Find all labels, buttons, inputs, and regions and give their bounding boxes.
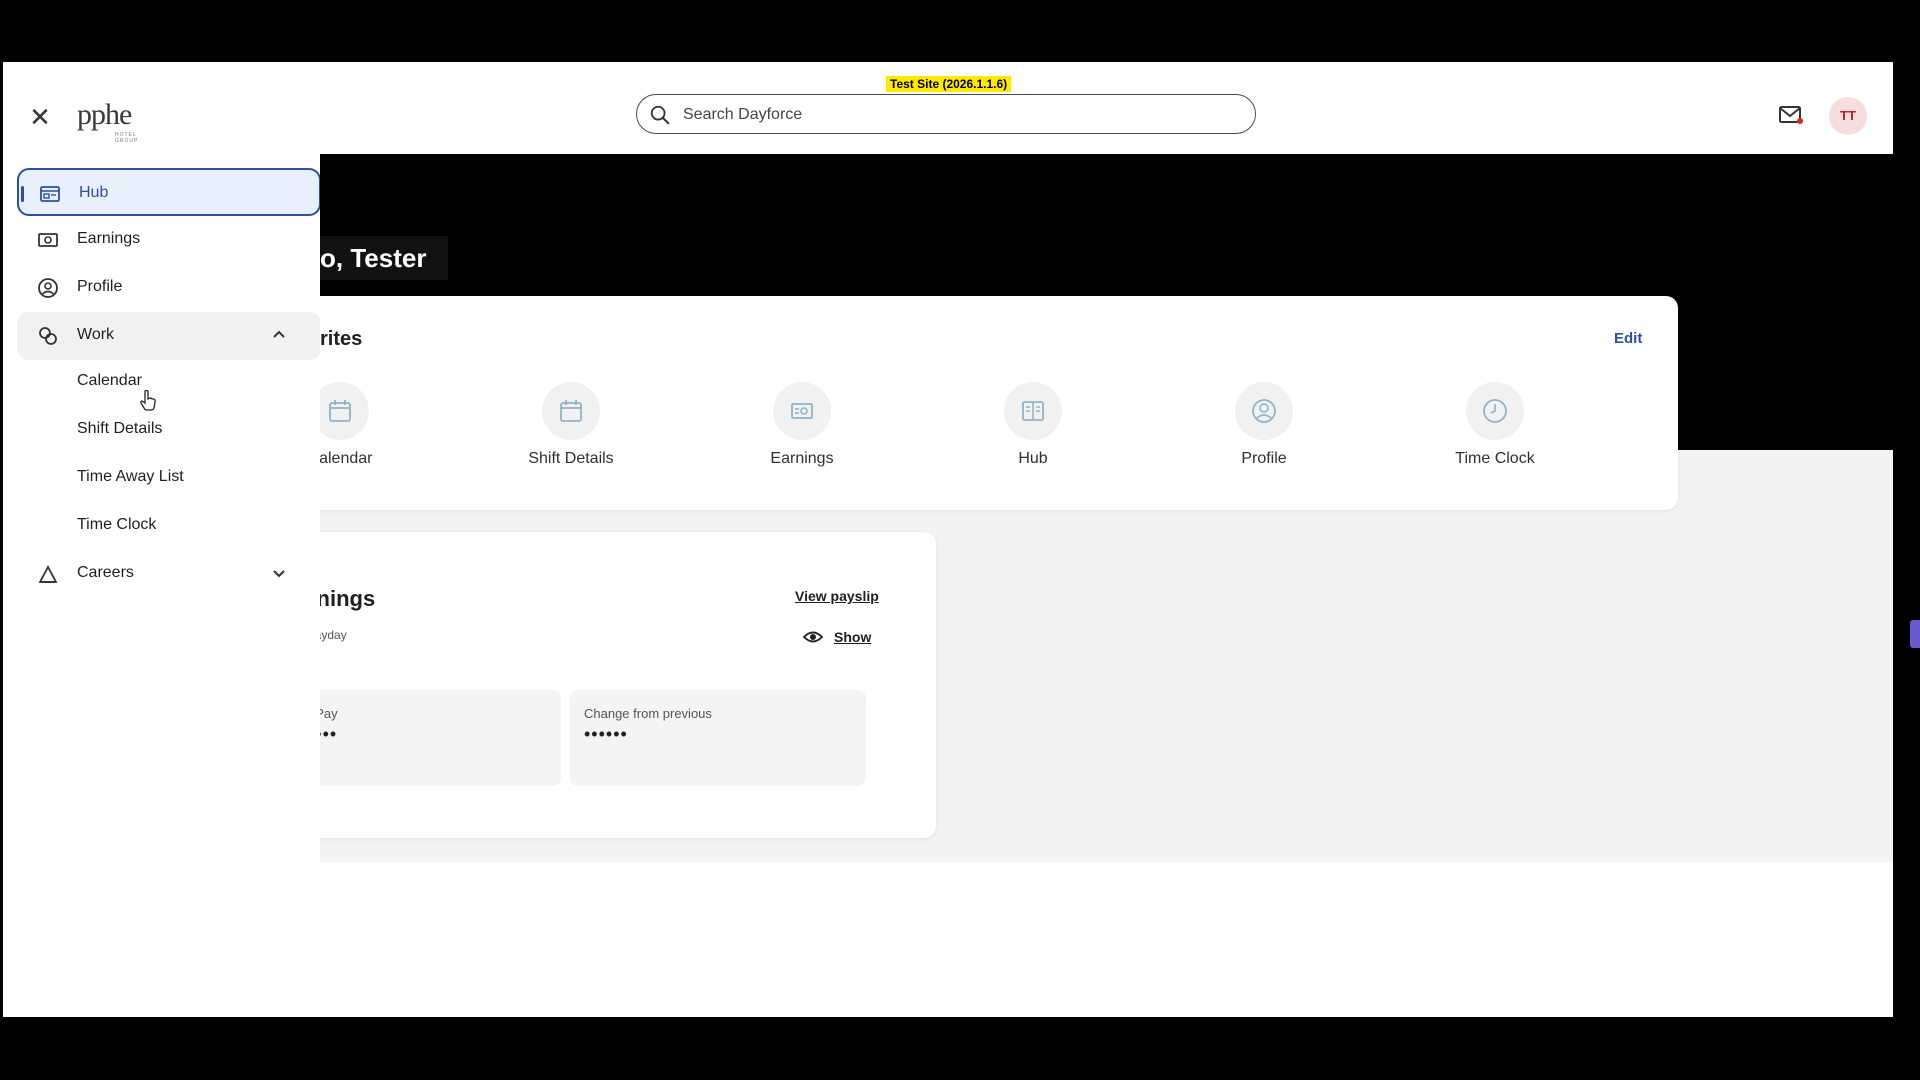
chevron-down-icon[interactable] bbox=[270, 564, 288, 582]
favorite-label: Calendar bbox=[320, 450, 373, 467]
side-panel-tab[interactable] bbox=[1910, 620, 1920, 648]
work-icon bbox=[39, 327, 57, 345]
mail-icon[interactable] bbox=[1778, 104, 1804, 126]
chevron-up-icon[interactable] bbox=[270, 326, 288, 344]
app-header: ✕ pphe HOTEL GROUP Test Site (2026.1.1.6… bbox=[3, 62, 1893, 154]
sidebar-subitem-shift-details[interactable]: Shift Details bbox=[77, 420, 162, 438]
sidebar-item-hub[interactable]: Hub bbox=[17, 168, 321, 216]
favorite-label: Profile bbox=[1241, 450, 1287, 467]
earnings-card: rnings View payslip payday - Show t Pay … bbox=[320, 532, 936, 838]
tile-value: •••• bbox=[320, 724, 338, 744]
careers-icon bbox=[38, 565, 58, 583]
logo-subtext: HOTEL GROUP bbox=[115, 132, 139, 144]
favorite-calendar[interactable]: Calendar bbox=[320, 382, 415, 468]
favorite-shift-details[interactable]: Shift Details bbox=[496, 382, 646, 468]
payday-label: payday bbox=[320, 628, 347, 642]
earnings-icon bbox=[791, 403, 813, 419]
footer-area bbox=[320, 862, 1893, 1017]
sidebar-item-careers[interactable]: Careers bbox=[17, 550, 321, 598]
calendar-icon bbox=[329, 400, 351, 422]
profile-icon bbox=[1252, 399, 1276, 423]
sidebar-subitem-calendar[interactable]: Calendar bbox=[77, 372, 142, 390]
close-menu-button[interactable]: ✕ bbox=[25, 102, 55, 132]
profile-icon bbox=[38, 278, 58, 298]
edit-favorites-link[interactable]: Edit bbox=[1614, 330, 1642, 347]
favorites-title: rites bbox=[320, 328, 363, 350]
earnings-icon bbox=[38, 233, 58, 247]
sidebar: Hub Earnings Profile Work Calendar Shift… bbox=[3, 154, 321, 1017]
sidebar-item-label: Hub bbox=[79, 184, 109, 201]
app-window: ✕ pphe HOTEL GROUP Test Site (2026.1.1.6… bbox=[3, 62, 1893, 1017]
avatar[interactable]: TT bbox=[1829, 97, 1867, 135]
favorite-label: Shift Details bbox=[528, 450, 614, 467]
view-payslip-link[interactable]: View payslip bbox=[795, 588, 879, 604]
tile-value: •••••• bbox=[584, 724, 628, 744]
company-logo: pphe HOTEL GROUP bbox=[77, 98, 137, 144]
hand-cursor-icon bbox=[140, 389, 156, 411]
show-label: Show bbox=[834, 629, 872, 645]
clock-icon bbox=[1483, 399, 1507, 423]
sidebar-item-work[interactable]: Work bbox=[17, 312, 321, 360]
main-content: o, Tester rites Edit Calendar Shift Deta… bbox=[320, 154, 1893, 1017]
eye-icon bbox=[802, 631, 824, 643]
favorite-profile[interactable]: Profile bbox=[1189, 382, 1339, 468]
net-pay-tile: t Pay •••• bbox=[320, 690, 561, 786]
favorite-earnings[interactable]: Earnings bbox=[727, 382, 877, 468]
test-site-badge: Test Site (2026.1.1.6) bbox=[886, 76, 1012, 92]
screen-top-strip bbox=[0, 0, 1920, 62]
sidebar-item-profile[interactable]: Profile bbox=[17, 264, 321, 312]
favorite-label: Hub bbox=[1018, 450, 1048, 467]
search-icon bbox=[650, 105, 670, 125]
sidebar-subitem-time-clock[interactable]: Time Clock bbox=[77, 516, 156, 534]
greeting-title: o, Tester bbox=[320, 236, 449, 280]
hub-icon bbox=[1022, 401, 1044, 421]
sidebar-item-label: Earnings bbox=[77, 230, 141, 247]
change-from-previous-tile: Change from previous •••••• bbox=[570, 690, 866, 786]
logo-text: pphe bbox=[77, 98, 132, 131]
favorite-label: Time Clock bbox=[1455, 450, 1535, 467]
sidebar-item-label: Careers bbox=[77, 564, 134, 581]
tile-label: t Pay bbox=[320, 706, 338, 721]
favorite-hub[interactable]: Hub bbox=[958, 382, 1108, 468]
tile-label: Change from previous bbox=[584, 706, 712, 721]
hub-icon bbox=[40, 186, 60, 202]
calendar-icon bbox=[560, 400, 582, 422]
search-input[interactable] bbox=[681, 103, 1245, 127]
earnings-title: rnings bbox=[320, 586, 376, 611]
sidebar-item-label: Work bbox=[77, 326, 115, 343]
sidebar-subitem-time-away-list[interactable]: Time Away List bbox=[77, 468, 184, 486]
search-bar[interactable] bbox=[636, 94, 1256, 134]
sidebar-item-earnings[interactable]: Earnings bbox=[17, 216, 321, 264]
sidebar-item-label: Profile bbox=[77, 278, 123, 295]
favorite-label: Earnings bbox=[770, 450, 834, 467]
favorites-card: rites Edit Calendar Shift Details Earnin… bbox=[320, 296, 1678, 510]
favorite-time-clock[interactable]: Time Clock bbox=[1420, 382, 1570, 468]
